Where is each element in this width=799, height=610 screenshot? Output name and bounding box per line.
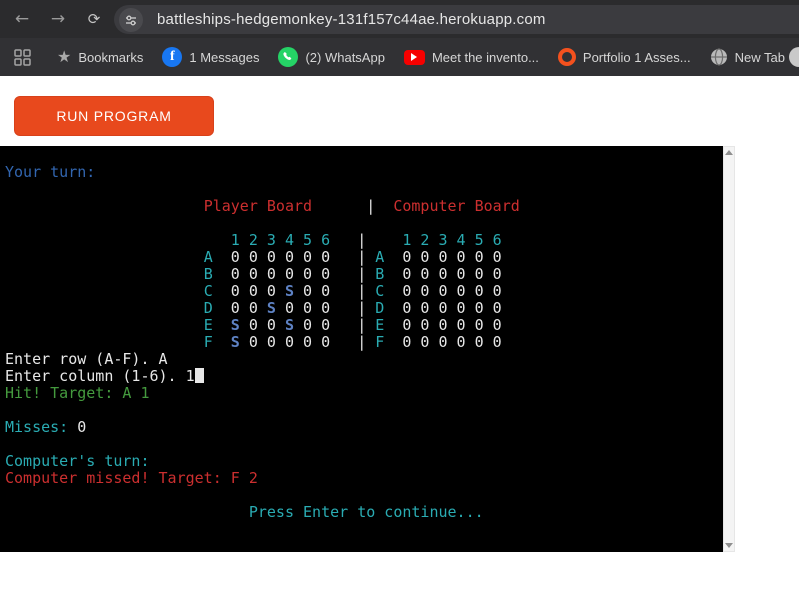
portfolio-icon — [557, 48, 576, 66]
bookmark-new-tab[interactable]: New Tab — [710, 48, 785, 66]
url-bar[interactable]: battleships-hedgemonkey-131f157c44ae.her… — [114, 5, 799, 34]
bookmark-label: 1 Messages — [189, 49, 260, 65]
scroll-down-icon[interactable] — [725, 543, 733, 548]
bookmark-youtube[interactable]: Meet the invento... — [403, 49, 539, 65]
reload-icon[interactable]: ⟳ — [80, 5, 108, 33]
scroll-up-icon[interactable] — [725, 150, 733, 155]
bookmark-label: Meet the invento... — [431, 49, 539, 65]
bookmark-overflow-icon[interactable] — [789, 47, 799, 67]
bookmark-label: Portfolio 1 Asses... — [582, 49, 691, 65]
bookmark-messages[interactable]: f 1 Messages — [162, 47, 259, 67]
bookmarks-folder[interactable]: ★ Bookmarks — [57, 49, 143, 65]
globe-icon — [710, 48, 728, 66]
apps-grid-icon[interactable] — [14, 48, 31, 66]
forward-icon[interactable]: → — [44, 5, 72, 33]
whatsapp-icon — [278, 47, 299, 67]
star-icon: ★ — [57, 47, 72, 66]
youtube-icon — [403, 49, 425, 65]
bookmark-label: Bookmarks — [78, 49, 144, 65]
run-program-button[interactable]: RUN PROGRAM — [14, 96, 214, 136]
browser-toolbar: ← → ⟳ battleships-hedgemonkey-131f157c44… — [0, 0, 799, 38]
facebook-icon: f — [162, 47, 183, 67]
back-icon[interactable]: ← — [8, 5, 36, 33]
url-text: battleships-hedgemonkey-131f157c44ae.her… — [157, 11, 546, 28]
terminal-output: Your turn: Player Board | Computer Board… — [5, 163, 520, 521]
site-info-icon[interactable] — [119, 7, 143, 32]
terminal-scrollbar[interactable] — [723, 146, 735, 552]
bookmark-portfolio[interactable]: Portfolio 1 Asses... — [557, 48, 691, 66]
bookmarks-bar: ★ Bookmarks f 1 Messages (2) WhatsApp Me… — [0, 38, 799, 76]
bookmark-whatsapp[interactable]: (2) WhatsApp — [278, 47, 385, 67]
bookmark-label: New Tab — [734, 49, 785, 65]
bookmark-label: (2) WhatsApp — [305, 49, 385, 65]
terminal[interactable]: Your turn: Player Board | Computer Board… — [0, 146, 723, 552]
